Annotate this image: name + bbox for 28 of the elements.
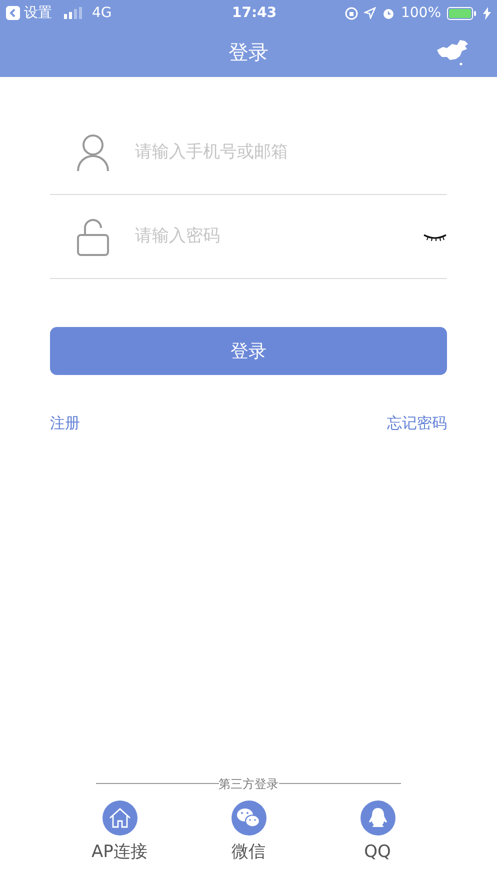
battery-percent: 100% — [400, 4, 441, 22]
alarm-clock-icon — [382, 6, 395, 20]
page-title: 登录 — [228, 38, 268, 66]
signal-icon — [64, 7, 84, 19]
battery-icon — [447, 6, 477, 20]
penguin-icon[interactable] — [360, 800, 396, 836]
map-icon[interactable] — [435, 38, 471, 66]
chat-bubbles-icon[interactable] — [230, 800, 266, 836]
clock-time: 17:43 — [232, 4, 277, 22]
back-label[interactable]: 设置 — [24, 2, 52, 24]
unlocked-padlock-icon — [76, 218, 110, 256]
third-party-label: 第三方登录 — [218, 778, 278, 790]
password-field[interactable]: 请输入密码 — [135, 224, 423, 250]
network-type: 4G — [92, 4, 112, 22]
back-icon[interactable] — [6, 6, 20, 20]
register-link[interactable]: 注册 — [50, 412, 80, 434]
login-button[interactable]: 登录 — [50, 327, 447, 375]
rotation-lock-icon — [344, 6, 358, 20]
login-option-label[interactable]: AP连接 — [92, 840, 148, 865]
account-field[interactable]: 请输入手机号或邮箱 — [135, 140, 447, 166]
location-arrow-icon — [364, 7, 376, 19]
closed-eye-icon[interactable] — [423, 232, 447, 240]
login-option-label[interactable]: QQ — [364, 840, 391, 865]
forgot-password-link[interactable]: 忘记密码 — [387, 412, 447, 434]
user-icon — [76, 134, 110, 172]
house-icon[interactable] — [102, 800, 138, 836]
login-option-label[interactable]: 微信 — [232, 840, 266, 865]
charging-icon — [483, 6, 491, 20]
